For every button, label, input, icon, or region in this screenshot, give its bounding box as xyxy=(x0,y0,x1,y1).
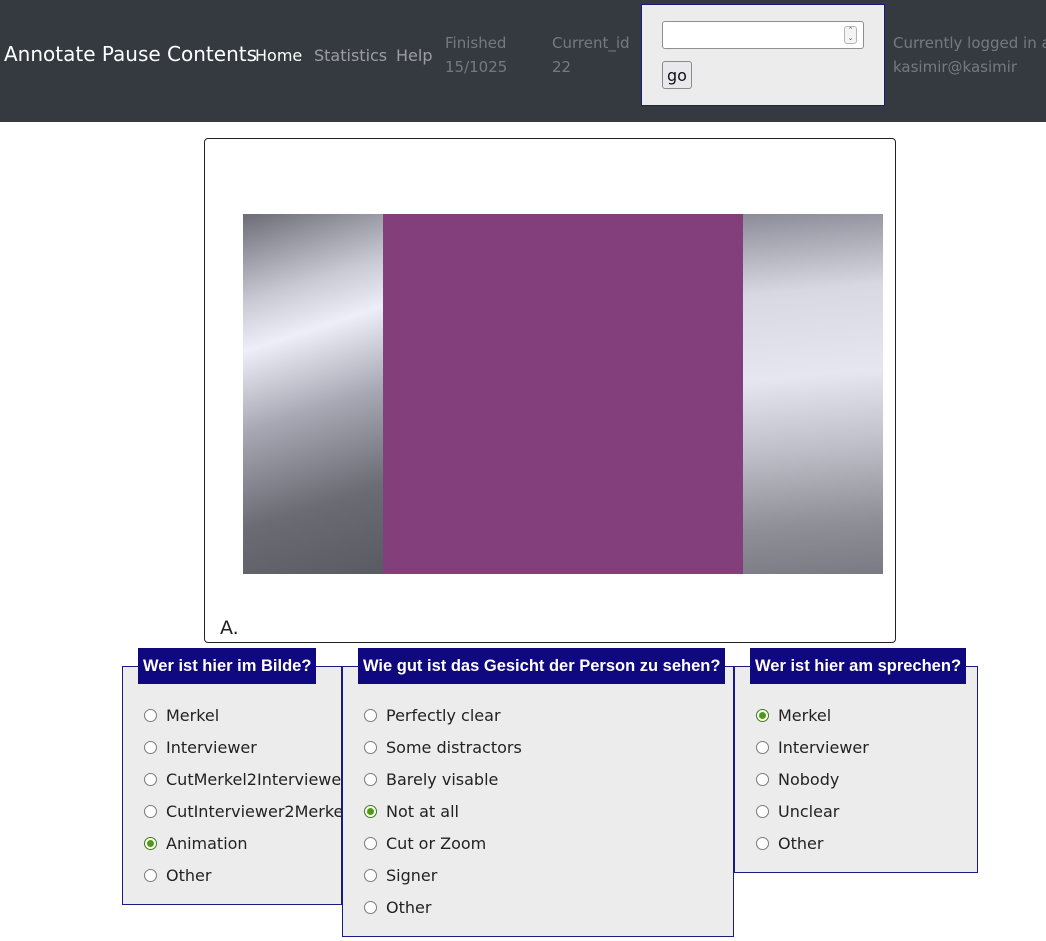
frame-right-panel xyxy=(743,214,883,574)
frame-caption: A. xyxy=(220,617,239,639)
radio-button[interactable] xyxy=(144,708,157,722)
radio-button-selected[interactable] xyxy=(756,708,769,722)
question-title: Wie gut ist das Gesicht der Person zu se… xyxy=(358,648,726,684)
option-interviewer[interactable]: Interviewer xyxy=(756,737,869,757)
option-nobody[interactable]: Nobody xyxy=(756,769,839,789)
radio-button[interactable] xyxy=(144,804,157,818)
frame-center-panel xyxy=(383,214,743,574)
radio-button[interactable] xyxy=(756,772,769,786)
radio-button[interactable] xyxy=(144,868,157,882)
nav-link-statistics[interactable]: Statistics xyxy=(314,46,387,65)
option-perfectly-clear[interactable]: Perfectly clear xyxy=(364,705,501,725)
question-who-in-image: Wer ist hier im Bilde? Merkel Interviewe… xyxy=(122,648,348,905)
radio-button[interactable] xyxy=(364,772,377,786)
frame-card: A. xyxy=(204,138,896,643)
radio-button[interactable] xyxy=(756,836,769,850)
option-some-distractors[interactable]: Some distractors xyxy=(364,737,522,757)
login-status: Currently logged in as kasimir@kasimir xyxy=(893,31,1046,79)
logged-in-user: kasimir@kasimir xyxy=(893,58,1018,76)
logged-in-label: Currently logged in as xyxy=(893,34,1046,52)
radio-button[interactable] xyxy=(144,772,157,786)
radio-button-selected[interactable] xyxy=(144,836,157,850)
radio-button[interactable] xyxy=(756,740,769,754)
current-id-value: 22 xyxy=(552,58,572,76)
radio-button[interactable] xyxy=(364,740,377,754)
nav-link-home[interactable]: Home xyxy=(255,46,302,65)
id-input[interactable] xyxy=(662,21,864,49)
question-who-speaking: Wer ist hier am sprechen? Merkel Intervi… xyxy=(734,648,978,873)
option-animation[interactable]: Animation xyxy=(144,833,248,853)
option-other[interactable]: Other xyxy=(144,865,211,885)
radio-button[interactable] xyxy=(364,900,377,914)
option-other[interactable]: Other xyxy=(756,833,823,853)
option-unclear[interactable]: Unclear xyxy=(756,801,839,821)
radio-button[interactable] xyxy=(364,708,377,722)
finished-counter: Finished 15/1025 xyxy=(445,31,507,79)
finished-label: Finished xyxy=(445,34,507,52)
option-merkel[interactable]: Merkel xyxy=(756,705,831,725)
option-cut-merkel-2-interviewer[interactable]: CutMerkel2Interviewer xyxy=(144,769,348,789)
radio-button[interactable] xyxy=(756,804,769,818)
radio-button[interactable] xyxy=(364,836,377,850)
question-title: Wer ist hier im Bilde? xyxy=(138,648,317,684)
option-interviewer[interactable]: Interviewer xyxy=(144,737,257,757)
question-title: Wer ist hier am sprechen? xyxy=(750,648,967,684)
option-signer[interactable]: Signer xyxy=(364,865,437,885)
option-cut-or-zoom[interactable]: Cut or Zoom xyxy=(364,833,486,853)
finished-value: 15/1025 xyxy=(445,58,508,76)
number-spinner-icon[interactable]: ⌃ ⌄ xyxy=(844,26,857,44)
current-id-display: Current_id 22 xyxy=(552,31,630,79)
nav-link-help[interactable]: Help xyxy=(396,46,432,65)
frame-left-panel xyxy=(243,214,383,574)
option-merkel[interactable]: Merkel xyxy=(144,705,219,725)
go-button[interactable]: go xyxy=(662,61,692,89)
video-frame xyxy=(243,214,883,574)
app-brand[interactable]: Annotate Pause Contents xyxy=(4,42,257,66)
navbar: Annotate Pause Contents Home Statistics … xyxy=(0,0,1046,122)
radio-button-selected[interactable] xyxy=(364,804,377,818)
current-id-label: Current_id xyxy=(552,34,630,52)
option-barely-visable[interactable]: Barely visable xyxy=(364,769,498,789)
jump-to-id-form: ⌃ ⌄ go xyxy=(641,4,885,106)
option-other[interactable]: Other xyxy=(364,897,431,917)
radio-button[interactable] xyxy=(144,740,157,754)
option-not-at-all[interactable]: Not at all xyxy=(364,801,459,821)
question-face-visibility: Wie gut ist das Gesicht der Person zu se… xyxy=(342,648,734,937)
radio-button[interactable] xyxy=(364,868,377,882)
option-cut-interviewer-2-merkel[interactable]: CutInterviewer2Merkel xyxy=(144,801,348,821)
